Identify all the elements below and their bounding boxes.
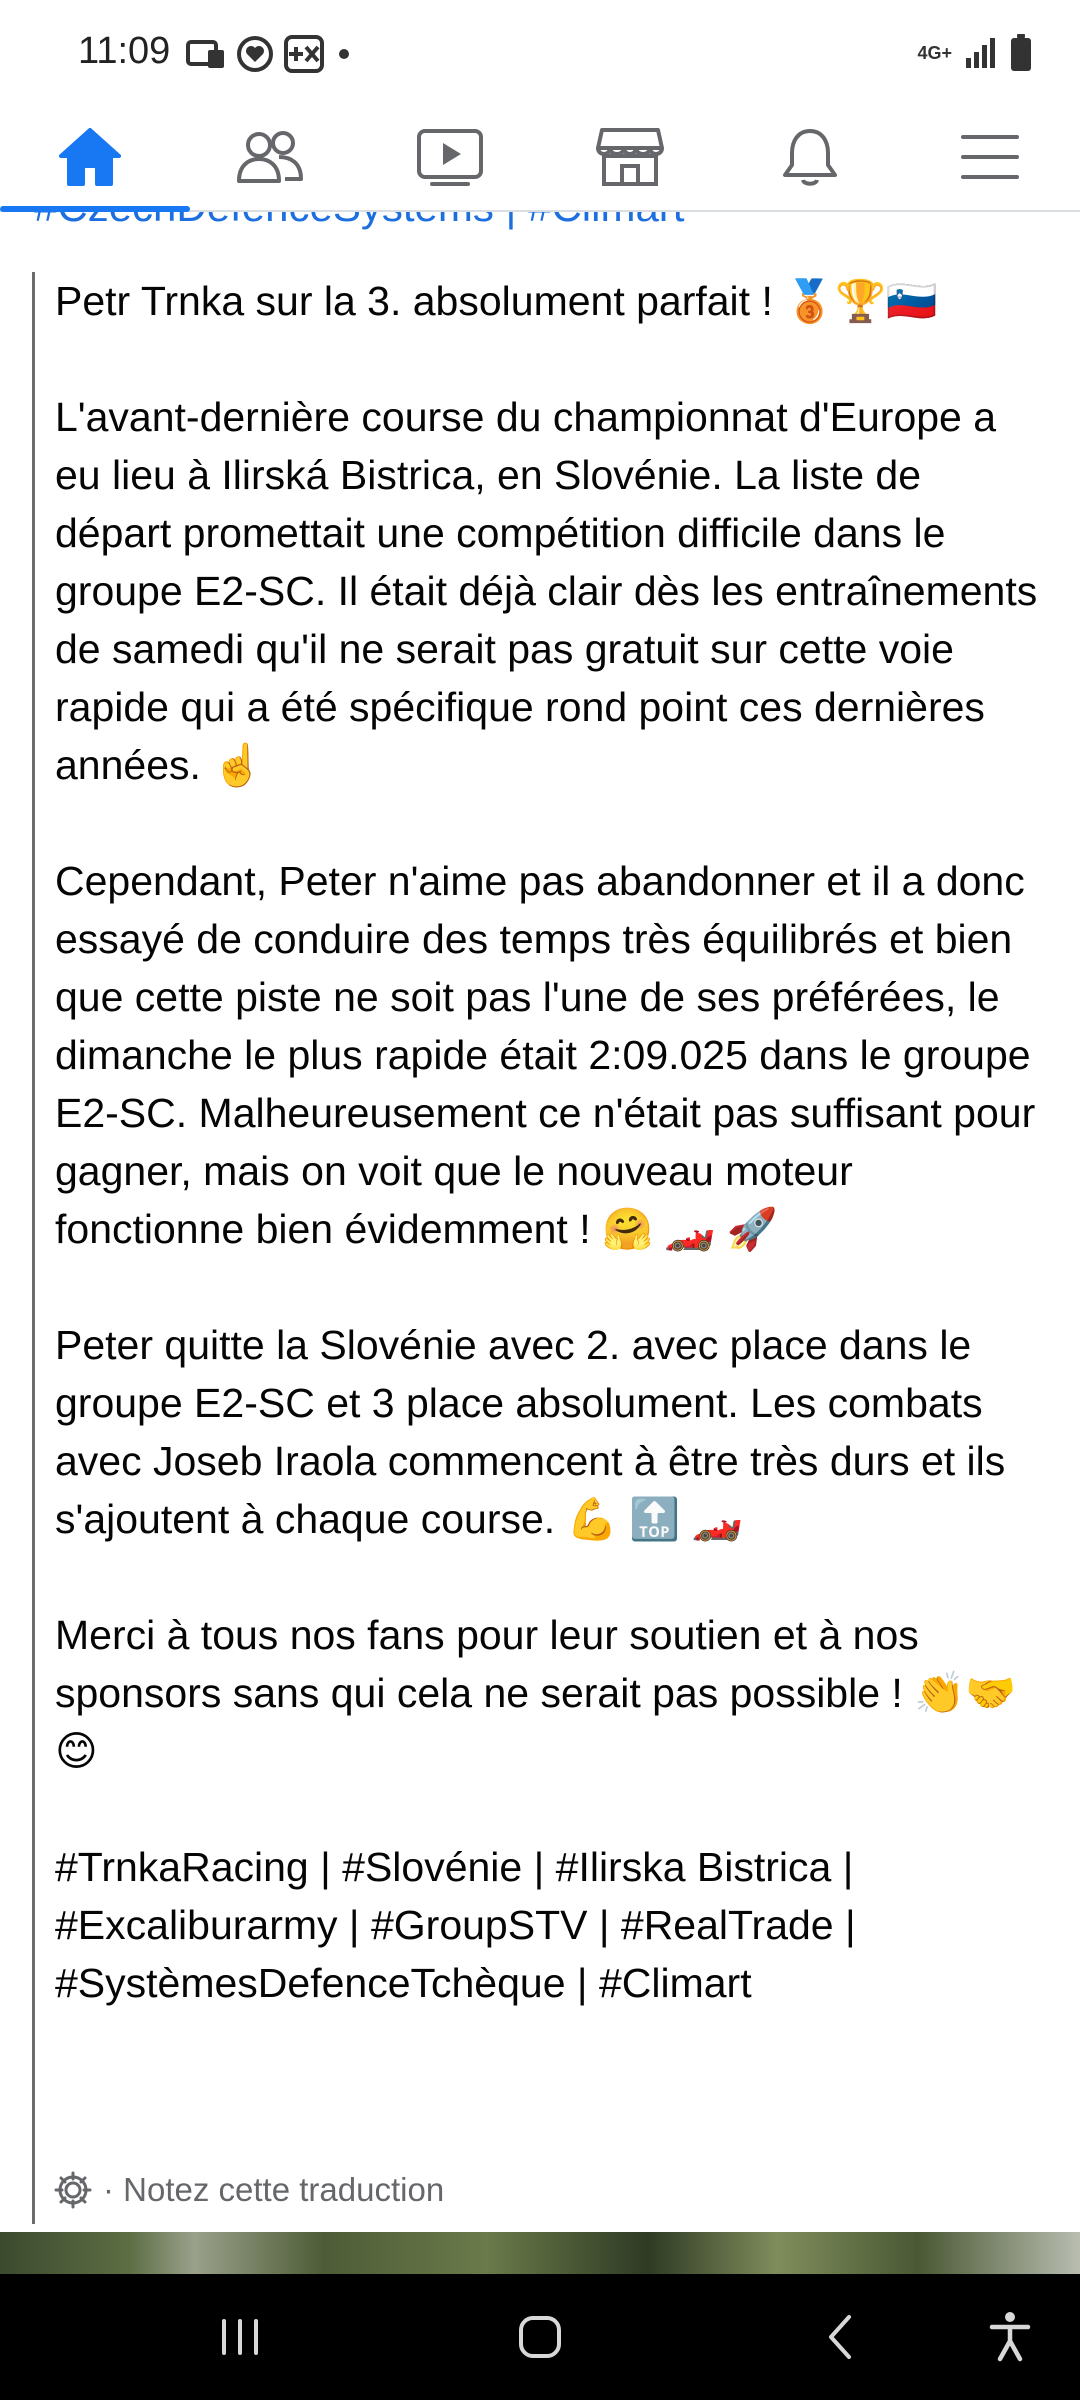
status-bar: 11:09 4G+ [0, 0, 1080, 104]
message-icon [186, 40, 224, 68]
heart-notification-icon [237, 36, 273, 72]
post-hashtags[interactable]: #TrnkaRacing | #Slovénie | #Ilirska Bist… [55, 1838, 1045, 2012]
nav-tab-menu[interactable] [900, 104, 1080, 210]
hamburger-icon [961, 135, 1019, 179]
accessibility-button[interactable] [960, 2274, 1060, 2400]
post-paragraph-result: Cependant, Peter n'aime pas abandonner e… [55, 858, 1036, 1252]
post-paragraph-race: L'avant-dernière course du championnat d… [55, 394, 1038, 788]
status-system-icons: 4G+ [917, 34, 1032, 72]
nav-tab-watch[interactable] [360, 104, 540, 210]
post-paragraph-thanks: Merci à tous nos fans pour leur soutien … [55, 1612, 1017, 1774]
recent-apps-button[interactable] [180, 2274, 300, 2400]
nav-tab-friends[interactable] [180, 104, 360, 210]
signal-icon [966, 38, 995, 68]
nav-tab-home[interactable] [0, 104, 190, 212]
gear-icon [54, 2171, 92, 2209]
status-notification-icons [186, 34, 354, 74]
recent-apps-icon [222, 2319, 258, 2355]
top-navigation-bar [0, 104, 1080, 212]
nav-tab-marketplace[interactable] [540, 104, 720, 210]
home-button[interactable] [480, 2274, 600, 2400]
post-paragraph-title: Petr Trnka sur la 3. absolument parfait … [55, 278, 938, 324]
rate-translation-row[interactable]: · Notez cette traduction [53, 2170, 444, 2210]
post-text: Petr Trnka sur la 3. absolument parfait … [55, 272, 1045, 2012]
active-tab-indicator [0, 206, 190, 212]
next-post-photo[interactable] [0, 2232, 1080, 2274]
status-time: 11:09 [78, 30, 171, 72]
home-icon [59, 128, 121, 186]
friends-icon [237, 131, 303, 183]
nav-tab-notifications[interactable] [720, 104, 900, 210]
system-navigation-bar [0, 2274, 1080, 2400]
home-circle-icon [519, 2316, 561, 2358]
plus-x-icon [284, 35, 324, 73]
dot-icon [339, 49, 349, 59]
battery-icon [1011, 34, 1031, 71]
back-icon [829, 2315, 851, 2359]
post-paragraph-standing: Peter quitte la Slovénie avec 2. avec pl… [55, 1322, 1006, 1542]
video-icon [417, 129, 483, 186]
rate-translation-label: · Notez cette traduction [103, 2171, 445, 2208]
accessibility-icon [989, 2312, 1031, 2362]
bell-icon [783, 129, 837, 186]
back-button[interactable] [780, 2274, 900, 2400]
network-type: 4G+ [917, 43, 952, 63]
store-icon [596, 128, 664, 186]
translated-post: Petr Trnka sur la 3. absolument parfait … [32, 272, 1037, 2224]
